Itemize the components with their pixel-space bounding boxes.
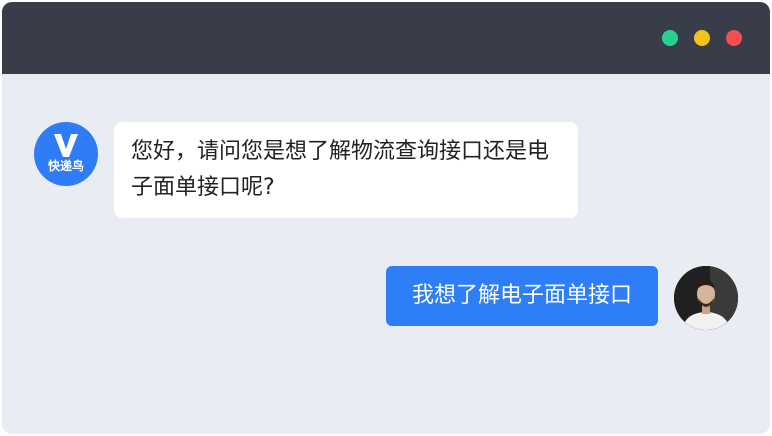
user-message-bubble: 我想了解电子面单接口 xyxy=(386,266,658,326)
bot-avatar: 快递鸟 xyxy=(34,122,98,186)
bot-message-text: 您好，请问您是想了解物流查询接口还是电子面单接口呢? xyxy=(131,139,550,200)
bot-message-bubble: 您好，请问您是想了解物流查询接口还是电子面单接口呢? xyxy=(114,122,578,218)
title-bar xyxy=(2,2,770,74)
maximize-dot-icon[interactable] xyxy=(662,30,678,46)
user-message-text: 我想了解电子面单接口 xyxy=(411,283,632,308)
chat-window: 快递鸟 您好，请问您是想了解物流查询接口还是电子面单接口呢? 我想了解电子面单接… xyxy=(2,2,770,434)
v-logo-icon xyxy=(54,134,78,157)
user-avatar xyxy=(674,266,738,330)
minimize-dot-icon[interactable] xyxy=(694,30,710,46)
bot-logo-text: 快递鸟 xyxy=(47,159,84,173)
close-dot-icon[interactable] xyxy=(726,30,742,46)
user-photo-icon xyxy=(674,266,738,330)
